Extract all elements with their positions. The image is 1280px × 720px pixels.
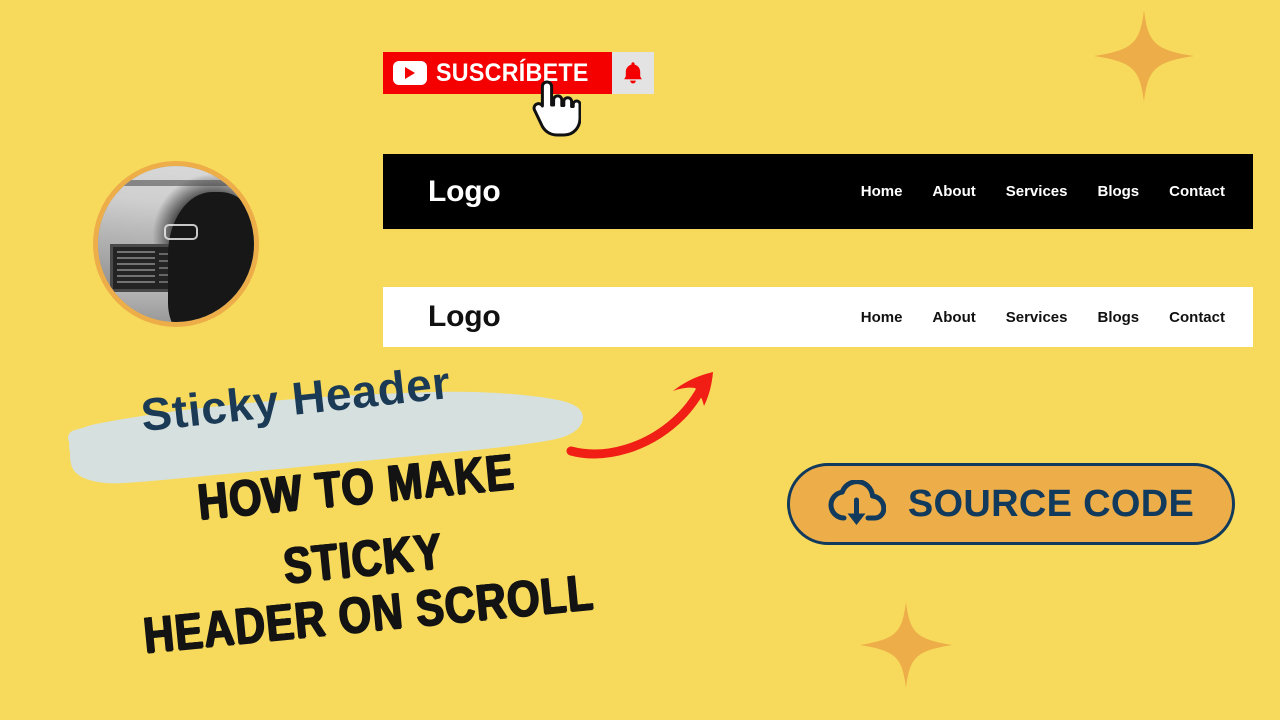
avatar	[93, 161, 259, 327]
sticky-header-dark-preview: Logo Home About Services Blogs Contact	[383, 154, 1253, 229]
youtube-play-icon	[393, 61, 427, 85]
avatar-ceiling-light	[116, 180, 236, 186]
sparkle-bottom-center-icon	[860, 602, 952, 688]
avatar-person-silhouette	[168, 192, 254, 322]
nav-link-blogs[interactable]: Blogs	[1097, 183, 1139, 200]
sticky-header-light-preview: Logo Home About Services Blogs Contact	[383, 287, 1253, 347]
nav-link-services[interactable]: Services	[1006, 183, 1068, 200]
nav-link-blogs-light[interactable]: Blogs	[1097, 309, 1139, 326]
nav-link-home-light[interactable]: Home	[861, 309, 903, 326]
sparkle-top-right-icon	[1094, 10, 1194, 102]
subscribe-label: SUSCRÍBETE	[436, 58, 589, 87]
notification-bell-icon	[624, 62, 642, 84]
nav-link-home[interactable]: Home	[861, 183, 903, 200]
page-title: HOW TO MAKE STICKY HEADER ON SCROLL	[120, 440, 606, 668]
avatar-photo	[98, 166, 254, 322]
avatar-glasses	[164, 224, 198, 240]
curved-arrow-icon	[566, 372, 713, 459]
nav-links-light: Home About Services Blogs Contact	[861, 309, 1225, 326]
source-code-button[interactable]: SOURCE CODE	[787, 463, 1235, 545]
nav-links-dark: Home About Services Blogs Contact	[861, 183, 1225, 200]
nav-logo-light[interactable]: Logo	[428, 300, 501, 334]
subscribe-button-group[interactable]: SUSCRÍBETE	[383, 52, 655, 94]
nav-link-about-light[interactable]: About	[932, 309, 975, 326]
nav-logo-dark[interactable]: Logo	[428, 175, 501, 209]
thumbnail-canvas: SUSCRÍBETE Logo Home About Services Blog	[0, 0, 1280, 720]
notification-bell-button[interactable]	[612, 52, 655, 94]
nav-link-contact[interactable]: Contact	[1169, 183, 1225, 200]
nav-link-services-light[interactable]: Services	[1006, 309, 1068, 326]
cloud-download-icon	[828, 480, 886, 525]
subscribe-button[interactable]: SUSCRÍBETE	[383, 52, 613, 94]
nav-link-contact-light[interactable]: Contact	[1169, 309, 1225, 326]
source-code-label: SOURCE CODE	[907, 483, 1195, 525]
nav-link-about[interactable]: About	[932, 183, 975, 200]
